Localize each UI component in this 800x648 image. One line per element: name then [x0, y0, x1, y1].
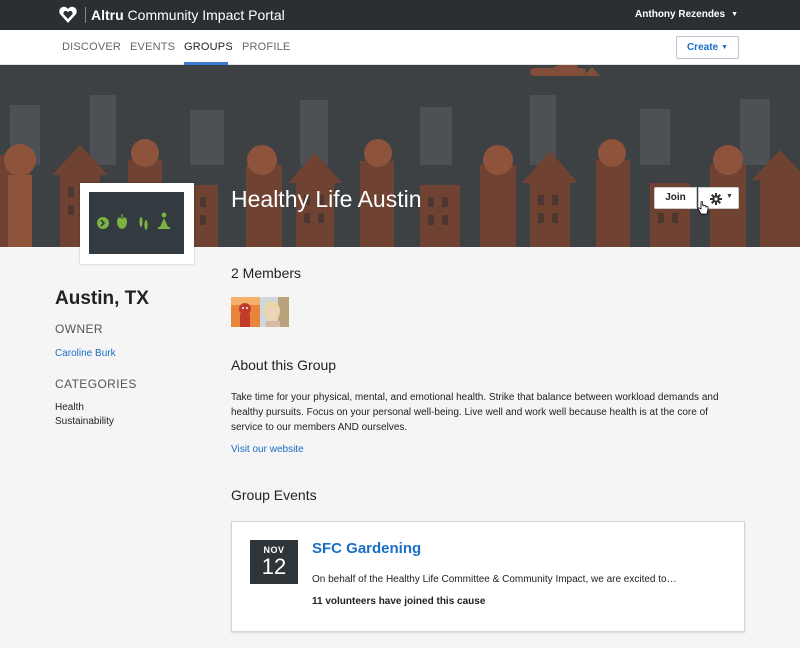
member-avatar[interactable] [260, 297, 289, 327]
altru-logo-icon[interactable] [58, 5, 78, 25]
event-volunteer-count: 11 volunteers have joined this cause [312, 596, 486, 607]
caret-down-icon: ▼ [721, 44, 729, 51]
healthy-life-logo-icon [97, 212, 170, 230]
nav-discover[interactable]: DISCOVER [62, 41, 121, 54]
create-label: Create [686, 42, 719, 53]
owner-heading: OWNER [55, 322, 103, 336]
group-name-title: Healthy Life Austin [231, 186, 422, 212]
nav-events[interactable]: EVENTS [130, 41, 175, 54]
website-link[interactable]: Visit our website [231, 444, 304, 456]
event-day: 12 [261, 554, 287, 579]
about-heading: About this Group [231, 357, 337, 373]
member-avatar[interactable] [231, 297, 260, 327]
gear-icon [710, 193, 722, 205]
brand-name: Community Impact Portal [123, 7, 285, 23]
group-logo-card [80, 183, 194, 264]
caret-down-icon: ▼ [726, 193, 733, 200]
nav-groups[interactable]: GROUPS [184, 41, 233, 54]
event-date-block: NOV 12 [250, 540, 298, 584]
brand-divider [85, 7, 86, 23]
categories-heading: CATEGORIES [55, 377, 137, 391]
user-name: Anthony Rezendes [635, 9, 726, 20]
top-bar: Altru Community Impact Portal Anthony Re… [0, 0, 800, 30]
app-title: Altru Community Impact Portal [91, 7, 285, 23]
about-description: Take time for your physical, mental, and… [231, 392, 719, 433]
group-logo [89, 192, 184, 254]
nav-profile[interactable]: PROFILE [242, 41, 290, 54]
category-health: Health [55, 402, 84, 413]
group-events-heading: Group Events [231, 487, 317, 503]
category-sustainability: Sustainability [55, 416, 114, 427]
owner-link[interactable]: Caroline Burk [55, 348, 116, 360]
group-location: Austin, TX [55, 288, 149, 309]
event-card[interactable]: NOV 12 SFC Gardening On behalf of the He… [231, 521, 745, 632]
members-heading: 2 Members [231, 265, 302, 281]
caret-down-icon: ▼ [731, 11, 738, 18]
hand-cursor-icon [697, 201, 709, 215]
brand-bold: Altru [91, 7, 124, 23]
event-description: On behalf of the Healthy Life Committee … [312, 574, 677, 585]
join-button[interactable]: Join [654, 187, 697, 209]
create-button[interactable]: Create ▼ [676, 36, 739, 59]
event-title-link[interactable]: SFC Gardening [312, 540, 421, 558]
user-menu[interactable]: Anthony Rezendes ▼ [635, 9, 738, 21]
